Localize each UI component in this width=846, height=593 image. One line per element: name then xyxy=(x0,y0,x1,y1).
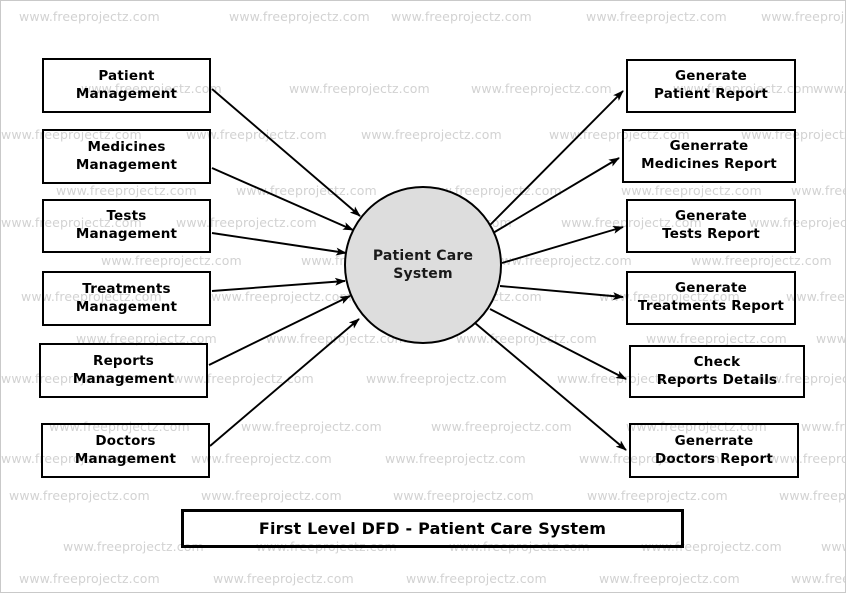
entity-label: Reports Management xyxy=(72,352,175,387)
output-generate-tests-report[interactable]: Generate Tests Report xyxy=(626,199,796,253)
entity-label: Doctors Management xyxy=(74,432,177,467)
entity-label: Tests Management xyxy=(75,208,178,242)
output-label: Generate Tests Report xyxy=(662,208,760,242)
output-label: Generrate Doctors Report xyxy=(654,432,773,467)
entity-reports-management[interactable]: Reports Management xyxy=(39,343,208,398)
entity-treatments-management[interactable]: Treatments Management xyxy=(42,271,211,326)
output-generate-medicines-report[interactable]: Generrate Medicines Report xyxy=(622,129,796,183)
output-check-reports-details[interactable]: Check Reports Details xyxy=(629,345,805,398)
output-label: Generate Treatments Report xyxy=(637,280,785,314)
entity-label: Patient Management xyxy=(75,67,178,102)
dfd-diagram-canvas: www.freeprojectz.com www.freeprojectz.com… xyxy=(0,0,846,593)
output-generate-doctors-report[interactable]: Generrate Doctors Report xyxy=(629,423,799,478)
entity-doctors-management[interactable]: Doctors Management xyxy=(41,423,210,478)
entity-patient-management[interactable]: Patient Management xyxy=(42,58,211,113)
entity-medicines-management[interactable]: Medicines Management xyxy=(42,129,211,184)
diagram-caption-box: First Level DFD - Patient Care System xyxy=(181,509,684,548)
entity-tests-management[interactable]: Tests Management xyxy=(42,199,211,253)
output-label: Generrate Medicines Report xyxy=(641,138,777,172)
output-generate-treatments-report[interactable]: Generate Treatments Report xyxy=(626,271,796,325)
output-generate-patient-report[interactable]: Generate Patient Report xyxy=(626,59,796,113)
process-patient-care-system[interactable]: Patient Care System xyxy=(344,186,502,344)
node-layer: Patient Management Medicines Management … xyxy=(1,1,845,592)
process-label: Patient Care System xyxy=(372,247,474,282)
output-label: Generate Patient Report xyxy=(653,68,769,102)
entity-label: Medicines Management xyxy=(75,138,178,173)
diagram-caption-label: First Level DFD - Patient Care System xyxy=(258,519,607,538)
entity-label: Treatments Management xyxy=(75,280,178,315)
output-label: Check Reports Details xyxy=(656,353,778,388)
